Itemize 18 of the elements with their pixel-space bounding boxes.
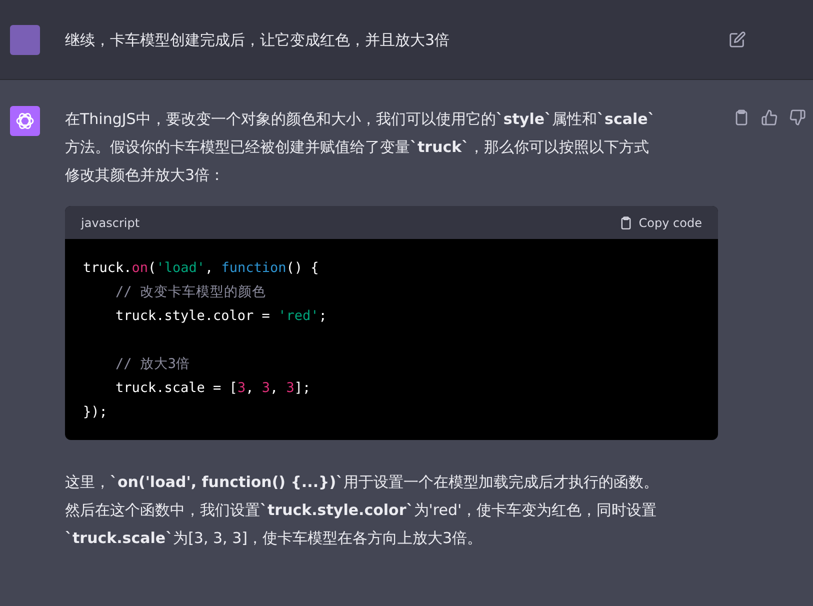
clipboard-icon	[618, 216, 633, 230]
assistant-logo-icon	[10, 106, 40, 136]
edit-icon[interactable]	[729, 31, 746, 48]
clipboard-icon[interactable]	[733, 109, 750, 126]
code-line: truck.scale = [3, 3, 3];	[114, 380, 311, 396]
code-line: // 放大3倍	[114, 356, 190, 372]
code-line: });	[83, 404, 108, 420]
code-line: truck.style.color = 'red';	[114, 308, 327, 324]
thumbs-up-icon[interactable]	[761, 109, 778, 126]
code-line: truck.on('load', function() {	[83, 260, 319, 276]
code-line: // 改变卡车模型的颜色	[114, 284, 266, 300]
code-language: javascript	[81, 216, 140, 230]
user-message: 继续，卡车模型创建完成后，让它变成红色，并且放大3倍	[65, 30, 451, 51]
answer-paragraph: 这里，`on('load', function() {...})`用于设置一个在模型加载完成后才执行的函数。然后在这个函数中，我们设置`truck.style.color`为'red'，使卡车变为红色，同时设置`truck.scale`为[3, 3, 3]，使卡车模型在各方向上放大3倍。	[65, 472, 660, 549]
user-avatar	[10, 25, 40, 55]
copy-code-button[interactable]: Copy code	[618, 216, 702, 230]
thumbs-down-icon[interactable]	[789, 109, 806, 126]
answer-paragraph: 在ThingJS中，要改变一个对象的颜色和大小，我们可以使用它的`style`属性和`scale`方法。假设你的卡车模型已经被创建并赋值给了变量`truck`，那么你可以按照以下方式修改其颜色并放大3倍：	[65, 109, 656, 186]
